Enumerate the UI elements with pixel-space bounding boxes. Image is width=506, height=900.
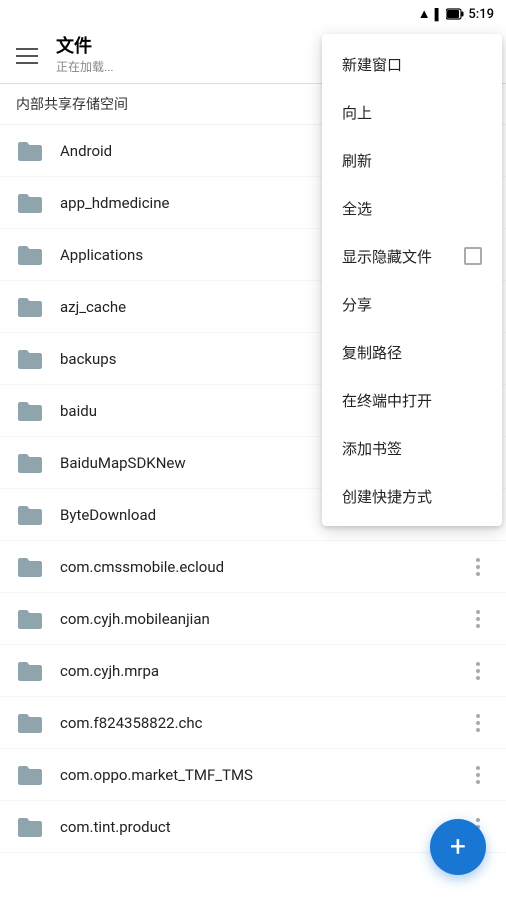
signal-icon: ▌ (435, 8, 443, 21)
menu-item-label: 显示隐藏文件 (342, 246, 432, 267)
folder-icon (16, 504, 44, 526)
file-item-f824-chc[interactable]: com.f824358822.chc (0, 697, 506, 749)
file-name: com.oppo.market_TMF_TMS (60, 766, 466, 784)
file-name: com.cyjh.mrpa (60, 662, 466, 680)
folder-icon (16, 296, 44, 318)
folder-icon (16, 244, 44, 266)
folder-icon (16, 660, 44, 682)
file-name: com.cmssmobile.ecloud (60, 558, 466, 576)
menu-item-label: 复制路径 (342, 342, 402, 363)
more-options-icon[interactable] (466, 711, 490, 735)
menu-item-create-shortcut[interactable]: 创建快捷方式 (322, 472, 502, 520)
menu-item-add-bookmark[interactable]: 添加书签 (322, 424, 502, 472)
menu-item-open-terminal[interactable]: 在终端中打开 (322, 376, 502, 424)
folder-icon (16, 608, 44, 630)
app-subtitle: 正在加载... (56, 58, 114, 75)
show-hidden-checkbox[interactable] (464, 247, 482, 265)
menu-item-new-window[interactable]: 新建窗口 (322, 40, 502, 88)
menu-item-label: 刷新 (342, 150, 372, 171)
menu-item-share[interactable]: 分享 (322, 280, 502, 328)
battery-icon (446, 5, 464, 24)
folder-icon (16, 816, 44, 838)
more-options-icon[interactable] (466, 763, 490, 787)
menu-item-label: 在终端中打开 (342, 390, 432, 411)
menu-item-label: 创建快捷方式 (342, 486, 432, 507)
file-item-cms-ecloud[interactable]: com.cmssmobile.ecloud (0, 541, 506, 593)
app-title: 文件 (56, 36, 114, 58)
fab-button[interactable]: + (430, 819, 486, 875)
folder-icon (16, 452, 44, 474)
menu-item-label: 添加书签 (342, 438, 402, 459)
menu-item-copy-path[interactable]: 复制路径 (322, 328, 502, 376)
status-icons: ▲ ▌ 5:19 (418, 5, 494, 24)
status-time: 5:19 (468, 7, 494, 22)
more-options-icon[interactable] (466, 555, 490, 579)
status-bar: ▲ ▌ 5:19 (0, 0, 506, 28)
file-item-oppo-market[interactable]: com.oppo.market_TMF_TMS (0, 749, 506, 801)
wifi-icon: ▲ (418, 6, 431, 22)
menu-item-show-hidden[interactable]: 显示隐藏文件 (322, 232, 502, 280)
file-name: com.tint.product (60, 818, 466, 836)
menu-item-select-all[interactable]: 全选 (322, 184, 502, 232)
more-options-icon[interactable] (466, 659, 490, 683)
fab-plus-icon: + (450, 833, 466, 861)
file-name: com.f824358822.chc (60, 714, 466, 732)
folder-icon (16, 400, 44, 422)
menu-item-up[interactable]: 向上 (322, 88, 502, 136)
file-item-cyjh-anjian[interactable]: com.cyjh.mobileanjian (0, 593, 506, 645)
folder-icon (16, 764, 44, 786)
folder-icon (16, 192, 44, 214)
menu-item-label: 分享 (342, 294, 372, 315)
menu-item-label: 新建窗口 (342, 54, 402, 75)
folder-icon (16, 556, 44, 578)
folder-icon (16, 140, 44, 162)
menu-item-label: 向上 (342, 102, 372, 123)
header-title-block: 文件 正在加载... (56, 36, 114, 75)
file-item-cyjh-mrpa[interactable]: com.cyjh.mrpa (0, 645, 506, 697)
folder-icon (16, 348, 44, 370)
menu-button[interactable] (16, 44, 40, 68)
menu-item-label: 全选 (342, 198, 372, 219)
storage-label: 内部共享存储空间 (16, 97, 128, 113)
file-name: com.cyjh.mobileanjian (60, 610, 466, 628)
folder-icon (16, 712, 44, 734)
context-menu: 新建窗口向上刷新全选显示隐藏文件分享复制路径在终端中打开添加书签创建快捷方式 (322, 34, 502, 526)
menu-item-refresh[interactable]: 刷新 (322, 136, 502, 184)
more-options-icon[interactable] (466, 607, 490, 631)
